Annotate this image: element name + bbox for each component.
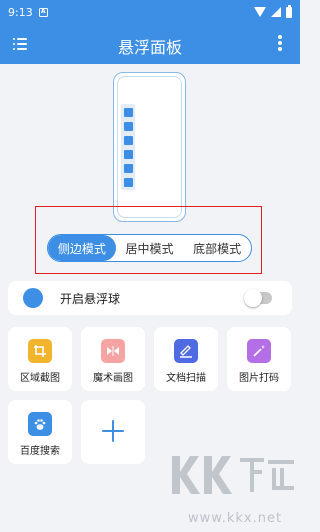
mode-center-button[interactable]: 居中模式 [116,235,184,261]
float-ball-row: 开启悬浮球 [8,281,292,315]
dock-item [124,108,133,117]
crop-icon [28,339,52,363]
magic-draw-icon [101,339,125,363]
mode-bottom-button[interactable]: 底部模式 [183,235,251,261]
shortcut-label: 魔术画图 [93,373,133,384]
baidu-paw-icon [28,412,52,436]
shortcut-tile-doc-scan[interactable]: 文档扫描 [154,327,218,391]
dock-item [124,164,133,173]
shortcut-tile-magic-draw[interactable]: 魔术画图 [81,327,145,391]
svg-text:www.kkx.net: www.kkx.net [188,511,282,526]
float-ball-icon [23,288,43,308]
mode-selector: 侧边模式 居中模式 底部模式 [47,234,252,262]
plus-icon [102,420,124,442]
shortcut-tile-baidu-search[interactable]: 百度搜索 [8,400,72,464]
status-icons [254,4,292,18]
app-bar: 悬浮面板 [0,24,300,64]
battery-icon [286,4,292,18]
kk-watermark-logo: www.kkx.net [172,456,294,526]
scan-icon [174,339,198,363]
dock-item [124,150,133,159]
float-ball-switch[interactable] [244,289,272,307]
wifi-icon [254,7,266,17]
float-ball-label: 开启悬浮球 [60,292,121,306]
dock-item [124,136,133,145]
status-bar: 9:13 A [0,0,300,24]
shortcut-label: 文档扫描 [166,373,206,384]
switch-knob [244,289,262,307]
status-time: 9:13 [8,5,33,19]
shortcut-tile-region-screenshot[interactable]: 区域截图 [8,327,72,391]
shortcut-label: 百度搜索 [20,446,60,457]
shortcut-label: 图片打码 [239,373,279,384]
shortcut-label: 区域截图 [20,373,60,384]
page-title: 悬浮面板 [117,38,182,57]
cellular-icon [271,7,281,17]
more-vertical-icon[interactable] [278,35,282,51]
add-shortcut-tile[interactable] [81,400,145,464]
magic-wand-icon [247,339,271,363]
notification-icon: A [38,7,48,17]
mode-side-button[interactable]: 侧边模式 [48,235,116,261]
dock-item [124,178,133,187]
dock-item [124,122,133,131]
shortcut-tile-image-mosaic[interactable]: 图片打码 [227,327,291,391]
